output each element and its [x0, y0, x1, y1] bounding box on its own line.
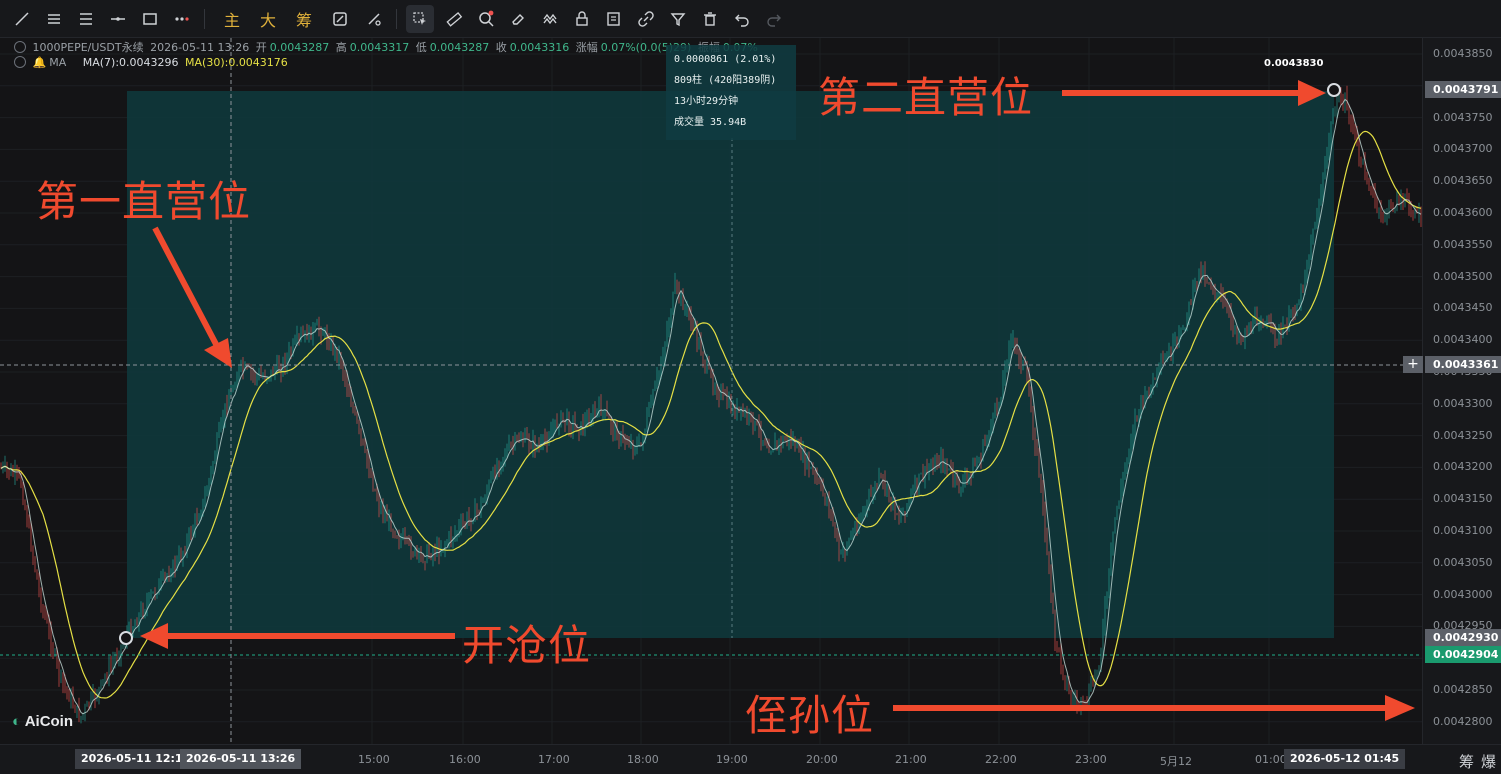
open-value: 0.0043287: [269, 41, 330, 54]
chip-button[interactable]: 筹: [290, 5, 318, 33]
price-axis-label: 0.0043550: [1433, 237, 1493, 251]
price-axis-label: 0.0043250: [1433, 428, 1493, 442]
symbol-name: 1000PEPE/USDT永续: [32, 41, 144, 54]
measure-duration: 13小时29分钟: [674, 96, 739, 107]
time-axis-label: 21:00: [895, 753, 927, 766]
drawing-toolbar: 主 大 筹: [0, 0, 1501, 38]
time-tag-cursor: 2026-05-11 13:26: [180, 749, 302, 769]
eraser-icon[interactable]: [504, 5, 532, 33]
price-axis-label: 0.0043100: [1433, 524, 1493, 537]
price-axis-label: 0.0043150: [1433, 492, 1493, 506]
price-tag-low: 0.0042930: [1425, 629, 1501, 646]
chevron-down-icon[interactable]: [14, 56, 26, 68]
price-axis-label: 0.0043000: [1433, 587, 1493, 601]
time-axis-label: 19:00: [716, 753, 748, 766]
more-tools-icon[interactable]: [168, 5, 196, 33]
time-tag-end: 2026-05-12 01:45: [1284, 749, 1406, 769]
price-axis-label: 0.0042800: [1433, 714, 1493, 728]
time-axis-label: 01:00: [1255, 753, 1287, 766]
price-axis-label: 0.0043450: [1433, 301, 1493, 315]
price-axis-label: 0.0043500: [1433, 269, 1493, 283]
price-axis-label: 0.0043050: [1433, 555, 1493, 569]
price-axis-label: 0.0043750: [1433, 110, 1493, 124]
price-tag-last: 0.0042904: [1425, 646, 1501, 663]
zoom-icon[interactable]: [472, 5, 500, 33]
ohlc-info-row: 1000PEPE/USDT永续 2026-05-11 13:26 开 0.0043…: [14, 39, 761, 55]
ruler-icon[interactable]: [440, 5, 468, 33]
annotation-open: 开沧位: [462, 621, 592, 670]
price-tag-high: 0.0043791: [1425, 81, 1501, 98]
measure-bar-count: 809柱 (420阳389阴): [674, 75, 777, 86]
large-order-button[interactable]: 大: [254, 5, 282, 33]
cursor-select-icon[interactable]: [406, 5, 434, 33]
ma30-value: MA(30):0.0043176: [185, 56, 288, 69]
time-axis-label: 20:00: [806, 753, 838, 766]
measure-tooltip: 0.0000861 (2.01%) 809柱 (420阳389阴) 13小时29…: [666, 45, 796, 140]
rectangle-icon[interactable]: [136, 5, 164, 33]
trend-line-icon[interactable]: [8, 5, 36, 33]
peak-price-label: 0.0043830: [1264, 58, 1324, 69]
edit-box-icon[interactable]: [326, 5, 354, 33]
measure-start-anchor: [119, 631, 133, 645]
ma-label: MA: [49, 56, 67, 69]
price-axis[interactable]: 0.00438500.00438000.00437500.00437000.00…: [1403, 38, 1501, 744]
price-axis-label: 0.0043700: [1433, 142, 1493, 156]
chip-toggle-button[interactable]: 筹: [1459, 751, 1474, 772]
time-axis-label: 15:00: [358, 753, 390, 766]
redo-icon[interactable]: [760, 5, 788, 33]
measure-volume: 成交量 35.94B: [674, 117, 747, 128]
time-axis-label: 23:00: [1075, 753, 1107, 766]
note-edit-icon[interactable]: [600, 5, 628, 33]
bell-icon[interactable]: 🔔: [33, 56, 47, 69]
price-axis-label: 0.0043400: [1433, 333, 1493, 347]
brush-icon[interactable]: [360, 5, 388, 33]
time-axis-label: 22:00: [985, 753, 1017, 766]
price-axis-label: 0.0042850: [1433, 683, 1493, 696]
time-axis-label: 16:00: [449, 753, 481, 766]
annotation-second: 第二直营位: [818, 73, 1034, 122]
time-axis[interactable]: 15:00 16:00 17:00 18:00 19:00 20:00 21:00 22:00…: [0, 744, 1501, 774]
undo-icon[interactable]: [728, 5, 756, 33]
price-axis-label: 0.0043300: [1433, 396, 1493, 410]
main-indicator-button[interactable]: 主: [218, 5, 246, 33]
price-axis-label: 0.0043850: [1433, 47, 1493, 60]
magnet-icon[interactable]: [536, 5, 564, 33]
aicoin-logo: ◐ AiCoin: [12, 713, 74, 730]
filter-icon[interactable]: [664, 5, 692, 33]
chevron-down-icon[interactable]: [14, 41, 26, 53]
time-axis-label: 17:00: [538, 753, 570, 766]
price-axis-label: 0.0043650: [1433, 174, 1493, 188]
measure-end-anchor: [1327, 83, 1341, 97]
high-value: 0.0043317: [349, 41, 410, 54]
bar-datetime: 2026-05-11 13:26: [150, 41, 250, 54]
ma-info-row: 🔔 MA MA(7):0.0043296 MA(30):0.0043176: [14, 56, 291, 69]
candlestick-chart[interactable]: 1000PEPE/USDT永续 2026-05-11 13:26 开 0.0043…: [0, 38, 1422, 744]
time-axis-label: 18:00: [627, 753, 659, 766]
horizontal-line-icon[interactable]: [104, 5, 132, 33]
price-tag-cursor: 0.0043361: [1425, 356, 1501, 373]
price-axis-label: 0.0043600: [1433, 206, 1493, 219]
link-icon[interactable]: [632, 5, 660, 33]
parallel-lines-icon[interactable]: [40, 5, 68, 33]
lock-icon[interactable]: [568, 5, 596, 33]
price-axis-label: 0.0043200: [1433, 460, 1493, 474]
ma7-value: MA(7):0.0043296: [82, 56, 179, 69]
annotation-stop: 侄孙位: [745, 691, 875, 740]
time-tag-start: 2026-05-11 12:16: [75, 749, 197, 769]
low-value: 0.0043287: [429, 41, 490, 54]
measure-price-diff: 0.0000861 (2.01%): [674, 54, 777, 65]
annotation-first: 第一直营位: [36, 177, 252, 226]
time-axis-label: 5月12: [1160, 755, 1192, 768]
close-value: 0.0043316: [509, 41, 570, 54]
trash-icon[interactable]: [696, 5, 724, 33]
liquidation-toggle-button[interactable]: 爆: [1481, 751, 1496, 772]
fib-lines-icon[interactable]: [72, 5, 100, 33]
add-alert-button[interactable]: +: [1403, 356, 1423, 373]
